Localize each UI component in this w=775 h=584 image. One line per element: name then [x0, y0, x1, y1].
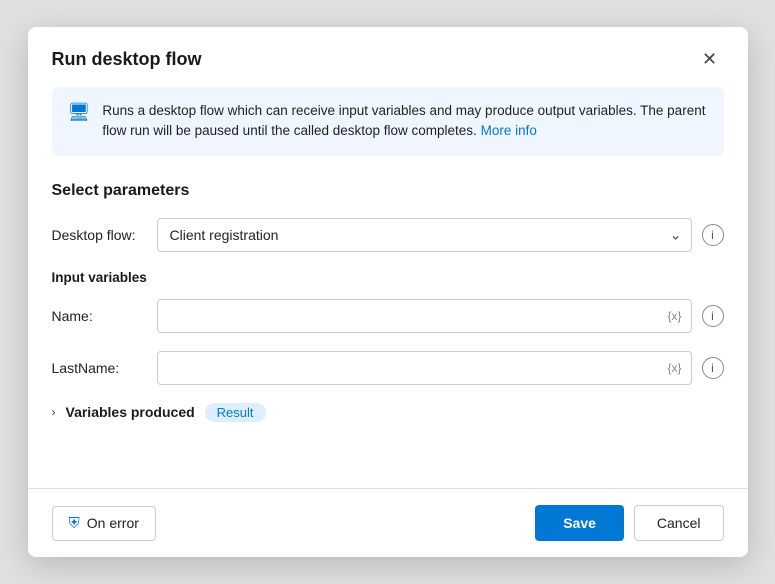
name-row: Name: {x} i: [52, 299, 724, 333]
name-label: Name:: [52, 308, 147, 324]
chevron-right-icon[interactable]: ›: [52, 405, 56, 419]
input-variables-title: Input variables: [52, 270, 724, 285]
variables-produced-row: › Variables produced Result: [52, 403, 724, 422]
name-input[interactable]: [157, 299, 692, 333]
more-info-link[interactable]: More info: [481, 123, 537, 138]
lastname-input[interactable]: [157, 351, 692, 385]
close-button[interactable]: ✕: [696, 45, 724, 73]
name-input-wrapper: {x}: [157, 299, 692, 333]
dialog-footer: ⛨ On error Save Cancel: [28, 489, 748, 557]
result-badge: Result: [205, 403, 266, 422]
desktop-flow-row: Desktop flow: Client registration ⌄ i: [52, 218, 724, 252]
cancel-button[interactable]: Cancel: [634, 505, 724, 541]
dialog-header: Run desktop flow ✕: [28, 27, 748, 87]
close-icon: ✕: [702, 49, 717, 70]
on-error-button[interactable]: ⛨ On error: [52, 506, 156, 541]
shield-icon: ⛨: [69, 515, 80, 532]
save-button[interactable]: Save: [535, 505, 624, 541]
dialog-title: Run desktop flow: [52, 49, 202, 70]
desktop-flow-select[interactable]: Client registration: [157, 218, 692, 252]
info-banner: 🖥 Runs a desktop flow which can receive …: [52, 87, 724, 156]
footer-actions: Save Cancel: [535, 505, 723, 541]
info-banner-text: Runs a desktop flow which can receive in…: [102, 101, 707, 142]
desktop-flow-info-icon[interactable]: i: [702, 224, 724, 246]
section-title: Select parameters: [52, 182, 724, 200]
desktop-flow-label: Desktop flow:: [52, 227, 147, 243]
monitor-icon: 🖥: [68, 102, 91, 123]
variables-produced-label: Variables produced: [66, 404, 195, 420]
dialog-body: Select parameters Desktop flow: Client r…: [28, 166, 748, 475]
lastname-input-wrapper: {x}: [157, 351, 692, 385]
lastname-row: LastName: {x} i: [52, 351, 724, 385]
run-desktop-flow-dialog: Run desktop flow ✕ 🖥 Runs a desktop flow…: [28, 27, 748, 557]
on-error-label: On error: [87, 515, 139, 531]
name-info-icon[interactable]: i: [702, 305, 724, 327]
lastname-info-icon[interactable]: i: [702, 357, 724, 379]
lastname-label: LastName:: [52, 360, 147, 376]
desktop-flow-input-wrapper: Client registration ⌄: [157, 218, 692, 252]
